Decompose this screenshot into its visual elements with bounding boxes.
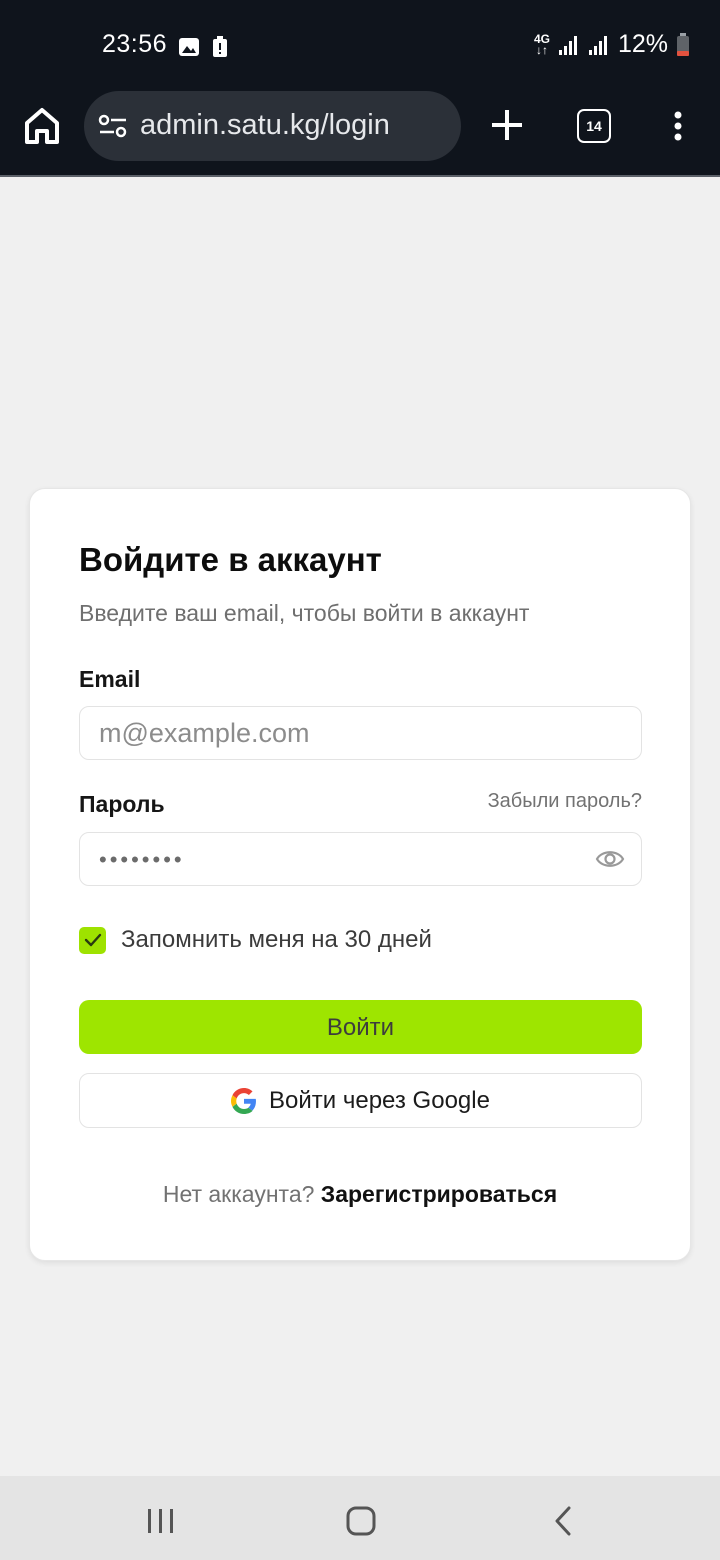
battery-percent: 12% [617, 30, 668, 58]
signup-row: Нет аккаунта? Зарегистрироваться [30, 1181, 690, 1208]
remember-checkbox[interactable] [79, 926, 106, 954]
password-field[interactable]: •••••••• [79, 832, 642, 886]
url-text[interactable]: admin.satu.kg/login [140, 109, 390, 142]
google-icon [231, 1087, 257, 1114]
new-tab-icon[interactable] [488, 106, 526, 144]
email-label: Email [79, 666, 141, 692]
signup-link[interactable]: Зарегистрироваться [321, 1181, 557, 1207]
eye-icon[interactable] [595, 847, 625, 871]
tabs-icon[interactable]: 14 [577, 109, 611, 143]
remember-me[interactable]: Запомнить меня на 30 дней [79, 926, 432, 954]
google-button-label: Войти через Google [269, 1086, 490, 1114]
battery-icon [677, 32, 689, 56]
menu-icon[interactable] [668, 110, 688, 144]
tab-count: 14 [577, 109, 611, 143]
forgot-password-link[interactable]: Забыли пароль? [488, 790, 642, 813]
home-nav-icon[interactable] [346, 1506, 376, 1536]
password-mask: •••••••• [99, 847, 185, 872]
check-icon [84, 933, 101, 947]
signal-icon [558, 35, 577, 55]
login-button[interactable]: Войти [79, 1000, 642, 1054]
google-login-button[interactable]: Войти через Google [79, 1073, 642, 1128]
address-bar[interactable]: admin.satu.kg/login [84, 91, 461, 161]
topbar-divider [0, 175, 720, 177]
status-time: 23:56 [102, 30, 168, 58]
email-field-wrapper[interactable] [79, 706, 642, 760]
page-subtitle: Введите ваш email, чтобы войти в аккаунт [79, 600, 530, 626]
recent-apps-icon[interactable] [146, 1508, 176, 1534]
no-account-text: Нет аккаунта? [162, 1181, 315, 1207]
system-navbar [0, 1476, 720, 1560]
gallery-icon [179, 38, 199, 56]
back-icon[interactable] [552, 1506, 574, 1536]
home-icon[interactable] [22, 104, 62, 148]
browser-topbar: 23:56 4G ↓↑ 12% admin.satu.kg/login 14 [0, 0, 720, 176]
page-title: Войдите в аккаунт [79, 541, 382, 578]
status-left-icons [178, 36, 228, 58]
password-label: Пароль [79, 791, 165, 817]
email-field[interactable] [97, 707, 601, 760]
network-type: 4G ↓↑ [533, 31, 550, 57]
signal-icon [588, 35, 607, 55]
alert-icon [213, 36, 227, 57]
login-card: Войдите в аккаунт Введите ваш email, что… [29, 488, 691, 1261]
remember-label: Запомнить меня на 30 дней [121, 926, 432, 953]
site-settings-icon[interactable] [98, 113, 128, 139]
status-right: 4G ↓↑ 12% [534, 30, 690, 59]
